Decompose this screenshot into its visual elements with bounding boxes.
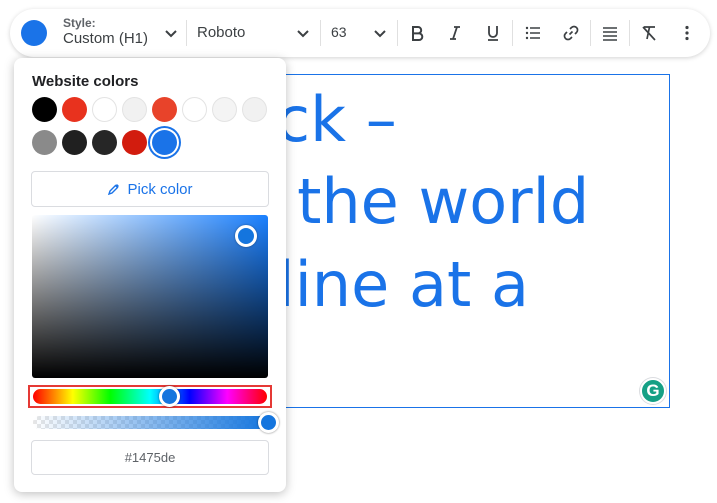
- hue-slider[interactable]: [33, 389, 267, 404]
- divider: [397, 20, 398, 46]
- divider: [512, 20, 513, 46]
- more-vertical-icon[interactable]: [675, 21, 699, 45]
- clear-formatting-icon[interactable]: [637, 21, 661, 45]
- pick-color-label: Pick color: [127, 180, 193, 198]
- color-swatch[interactable]: [152, 130, 177, 155]
- align-icon[interactable]: [598, 21, 622, 45]
- color-swatch[interactable]: [152, 97, 177, 122]
- color-swatch[interactable]: [182, 97, 207, 122]
- color-swatch[interactable]: [122, 130, 147, 155]
- text-color-button[interactable]: [21, 20, 47, 46]
- color-picker-popup: Website colors Pick color: [14, 58, 286, 492]
- eyedropper-icon: [108, 184, 120, 196]
- divider: [590, 20, 591, 46]
- opacity-slider[interactable]: [33, 416, 269, 429]
- bold-icon[interactable]: [405, 21, 429, 45]
- style-dropdown[interactable]: Style: Custom (H1): [63, 16, 148, 48]
- color-swatch[interactable]: [32, 130, 57, 155]
- heading-line: g the world: [238, 165, 590, 238]
- style-value: Custom (H1): [63, 30, 149, 47]
- color-swatch[interactable]: [62, 130, 87, 155]
- hue-slider-handle[interactable]: [159, 386, 180, 407]
- chevron-down-icon[interactable]: [164, 26, 178, 40]
- picker-title: Website colors: [32, 73, 139, 90]
- style-label: Style:: [63, 16, 96, 30]
- grammarly-icon[interactable]: G: [640, 378, 666, 404]
- font-size-dropdown[interactable]: 63: [331, 24, 347, 40]
- pick-color-button[interactable]: Pick color: [31, 171, 269, 207]
- link-icon[interactable]: [559, 21, 583, 45]
- color-swatch[interactable]: [242, 97, 267, 122]
- italic-icon[interactable]: [443, 21, 467, 45]
- color-swatch[interactable]: [92, 130, 117, 155]
- divider: [320, 20, 321, 46]
- hex-color-input[interactable]: [31, 440, 269, 475]
- saturation-value-area[interactable]: [32, 215, 268, 378]
- color-swatch[interactable]: [32, 97, 57, 122]
- divider: [629, 20, 630, 46]
- opacity-slider-handle[interactable]: [258, 412, 279, 433]
- color-swatch[interactable]: [62, 97, 87, 122]
- chevron-down-icon[interactable]: [296, 26, 310, 40]
- saturation-value-handle[interactable]: [235, 225, 257, 247]
- underline-icon[interactable]: [481, 21, 505, 45]
- color-swatch[interactable]: [122, 97, 147, 122]
- text-toolbar: Style: Custom (H1) Roboto 63: [10, 9, 710, 57]
- color-swatch[interactable]: [212, 97, 237, 122]
- bulleted-list-icon[interactable]: [521, 21, 545, 45]
- font-family-dropdown[interactable]: Roboto: [197, 24, 245, 41]
- color-swatch[interactable]: [92, 97, 117, 122]
- divider: [186, 20, 187, 46]
- chevron-down-icon[interactable]: [373, 26, 387, 40]
